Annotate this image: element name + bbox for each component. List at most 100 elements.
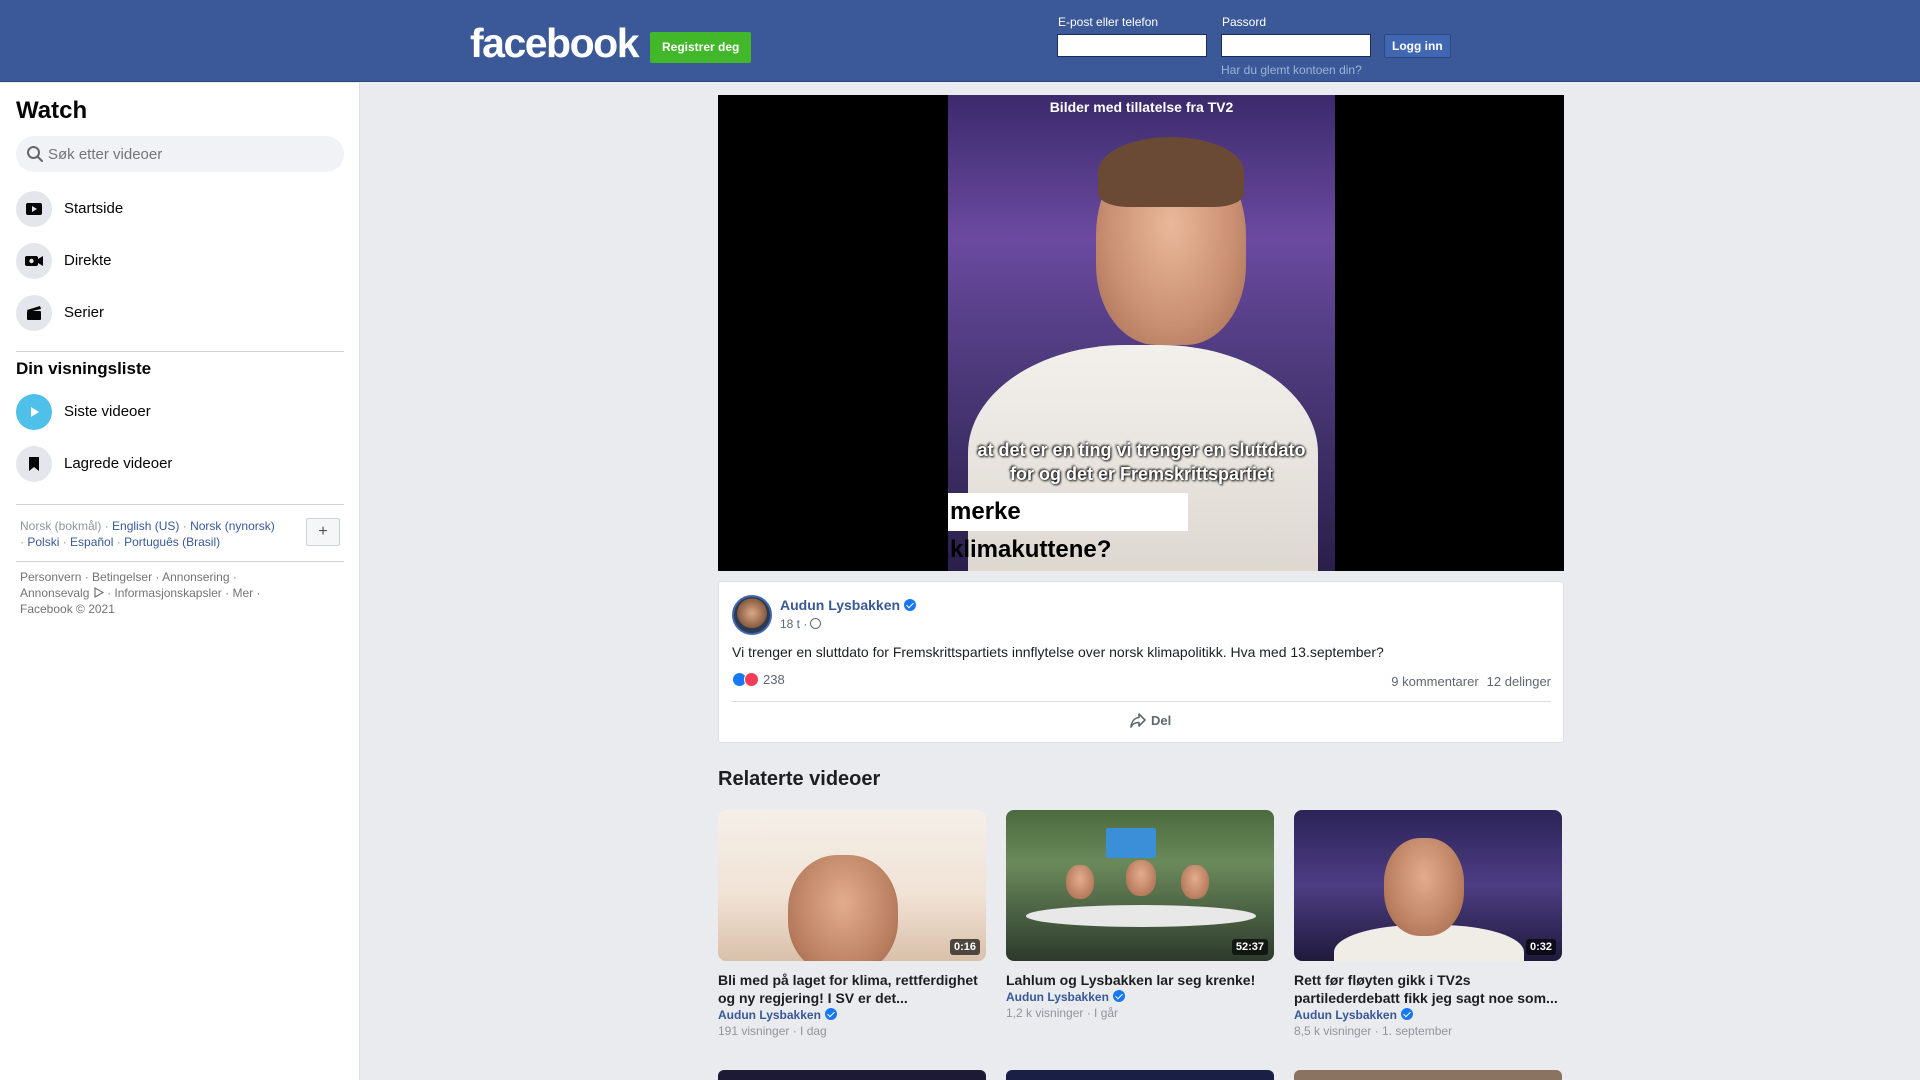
verified-icon [1112,990,1125,1002]
sidebar-item-siste-videoer[interactable]: Siste videoer [16,390,344,434]
language-link[interactable]: Español [70,535,113,549]
play-circle-icon [16,394,52,430]
copyright: Facebook © 2021 [20,602,115,616]
sidebar-item-direkte[interactable]: Direkte [16,239,344,283]
thumbnail-face [1181,865,1209,899]
video-subtitle: at det er en ting vi trenger en sluttdat… [977,440,1306,460]
password-label: Passord [1222,15,1267,29]
register-button[interactable]: Registrer deg [650,32,752,63]
sidebar-item-serier[interactable]: Serier [16,291,344,335]
verified-icon [1400,1008,1413,1020]
related-video-author[interactable]: Audun Lysbakken [1294,1008,1562,1022]
post-author-name[interactable]: Audun Lysbakken [780,597,900,613]
footer-link[interactable]: Personvern [20,570,81,584]
video-caption: merke klimakuttene? [948,493,1188,563]
more-languages-button[interactable]: + [306,518,340,546]
related-video-card[interactable]: 0:16 Bli med på laget for klima, rettfer… [718,810,986,1038]
language-link[interactable]: Português (Brasil) [124,535,220,549]
comments-count[interactable]: 9 kommentarer [1391,674,1478,689]
live-camera-icon [16,243,52,279]
related-video-author[interactable]: Audun Lysbakken [718,1008,986,1022]
post-divider [731,701,1551,702]
video-frame: Bilder med tillatelse fra TV2 at det er … [948,95,1335,571]
ad-choices-icon [94,586,104,599]
related-video-card[interactable]: 0:32 Rett før fløyten gikk i TV2s partil… [1294,810,1562,1038]
footer-link[interactable]: Betingelser [92,570,152,584]
sidebar-item-label: Startside [64,200,124,217]
related-video-title[interactable]: Lahlum og Lysbakken lar seg krenke! [1006,971,1274,989]
video-thumbnail[interactable] [1294,1070,1562,1080]
video-duration: 0:32 [1525,939,1556,955]
reactions[interactable]: 238 [732,672,785,687]
post-time[interactable]: 18 t · [780,617,807,631]
watch-sidebar: Watch Startside Direkte Serier Din visni… [0,83,360,1080]
language-link[interactable]: English (US) [112,519,179,533]
post-card: Audun Lysbakken 18 t · Vi trenger en slu… [718,581,1564,743]
sidebar-divider [16,561,344,562]
sidebar-divider [16,504,344,505]
share-icon [1130,713,1146,728]
video-thumbnail[interactable]: 0:16 [718,810,986,961]
share-button[interactable]: Del [1129,712,1171,728]
sidebar-item-startside[interactable]: Startside [16,187,344,231]
video-thumbnail[interactable]: 0:32 [1294,810,1562,961]
verified-icon [904,599,917,611]
thumbnail-face [788,855,898,961]
related-video-meta: 191 visninger · I dag [718,1024,827,1038]
globe-icon [810,618,822,629]
post-text: Vi trenger en sluttdato for Fremskrittsp… [732,644,1384,660]
author-name[interactable]: Audun Lysbakken [718,1008,821,1022]
clapperboard-icon [16,295,52,331]
post-author[interactable]: Audun Lysbakken [780,597,917,613]
footer-link[interactable]: Mer [232,586,253,600]
forgot-account-link[interactable]: Har du glemt kontoen din? [1221,63,1362,77]
sidebar-item-label: Lagrede videoer [64,455,173,472]
post-meta: 18 t · [780,617,822,631]
bookmark-icon [16,446,52,482]
thumbnail-face [1384,838,1464,936]
related-video-title[interactable]: Rett før fløyten gikk i TV2s partilederd… [1294,971,1562,1007]
video-subtitle: for og det er Fremskrittspartiet [1009,464,1274,484]
video-duration: 52:37 [1231,939,1268,955]
facebook-logo[interactable]: facebook [470,20,640,67]
video-thumbnail[interactable]: 52:37 [1006,810,1274,961]
current-language: Norsk (bokmål) [20,519,102,533]
footer-link[interactable]: Annonsering [162,570,229,584]
language-link[interactable]: Polski [27,535,59,549]
verified-icon [824,1008,837,1020]
avatar[interactable] [732,595,772,635]
sidebar-item-label: Serier [64,304,105,321]
share-label: Del [1151,713,1172,728]
related-video-card[interactable]: 52:37 Lahlum og Lysbakken lar seg krenke… [1006,810,1274,1020]
search-input[interactable] [48,136,338,172]
password-field[interactable] [1221,34,1371,57]
shares-count[interactable]: 12 delinger [1487,674,1551,689]
play-screen-icon [16,191,52,227]
related-video-meta: 8,5 k visninger · 1. september [1294,1024,1453,1038]
footer-link[interactable]: Annonsevalg [20,586,89,600]
email-field[interactable] [1057,34,1207,57]
sidebar-item-lagrede-videoer[interactable]: Lagrede videoer [16,442,344,486]
footer-link[interactable]: Informasjonskapsler [114,586,221,600]
video-duration: 0:16 [949,939,980,955]
video-thumbnail[interactable] [1006,1070,1274,1080]
thumbnail-table [1026,905,1256,927]
speaker-hair [1098,137,1244,207]
top-bar: facebook Registrer deg E-post eller tele… [0,0,1920,82]
sidebar-item-label: Siste videoer [64,403,151,420]
language-list: Norsk (bokmål) · English (US) · Norsk (n… [20,519,275,549]
language-link[interactable]: Norsk (nynorsk) [190,519,275,533]
video-player[interactable]: Bilder med tillatelse fra TV2 at det er … [718,95,1564,571]
related-video-author[interactable]: Audun Lysbakken [1006,990,1274,1004]
login-button[interactable]: Logg inn [1384,34,1451,58]
search-icon [27,146,43,162]
author-name[interactable]: Audun Lysbakken [1294,1008,1397,1022]
author-name[interactable]: Audun Lysbakken [1006,990,1109,1004]
video-thumbnail[interactable] [718,1070,986,1080]
search-box[interactable] [16,136,344,172]
sidebar-divider [16,351,344,352]
related-video-title[interactable]: Bli med på laget for klima, rettferdighe… [718,971,986,1007]
watchlist-title: Din visningsliste [16,359,152,378]
podcast-sign [1106,828,1156,858]
sidebar-item-label: Direkte [64,252,112,269]
